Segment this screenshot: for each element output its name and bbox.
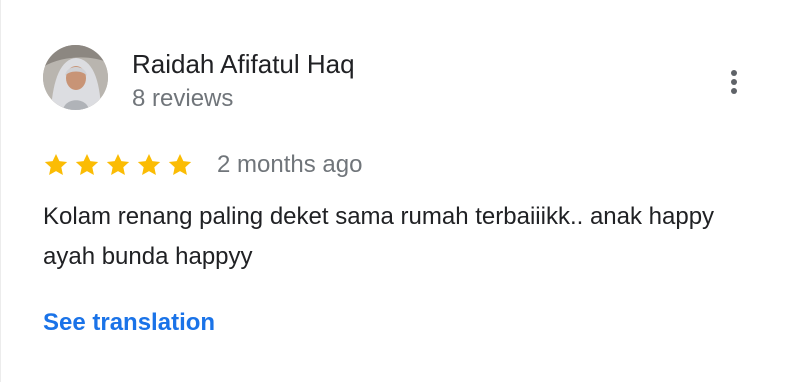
review-card: Raidah Afifatul Haq 8 reviews 2 months a… [0, 0, 794, 382]
star-icon [168, 153, 192, 175]
star-rating [43, 149, 198, 181]
reviewer-name[interactable]: Raidah Afifatul Haq [132, 48, 355, 80]
review-text: Kolam renang paling deket sama rumah ter… [43, 203, 715, 270]
star-icon [137, 153, 161, 175]
review-date: 2 months ago [217, 151, 363, 178]
avatar[interactable] [43, 45, 108, 110]
more-vert-icon-dot [731, 88, 737, 94]
reviewer-review-count: 8 reviews [132, 85, 234, 112]
star-icon [75, 153, 99, 175]
more-vert-icon-dot [731, 79, 737, 85]
see-translation-link[interactable]: See translation [43, 307, 215, 339]
star-icon [44, 153, 68, 175]
avatar-photo [43, 45, 108, 110]
card-divider [0, 0, 1, 382]
more-options-button[interactable] [718, 62, 750, 102]
star-icon [106, 153, 130, 175]
more-vert-icon-dot [731, 70, 737, 76]
